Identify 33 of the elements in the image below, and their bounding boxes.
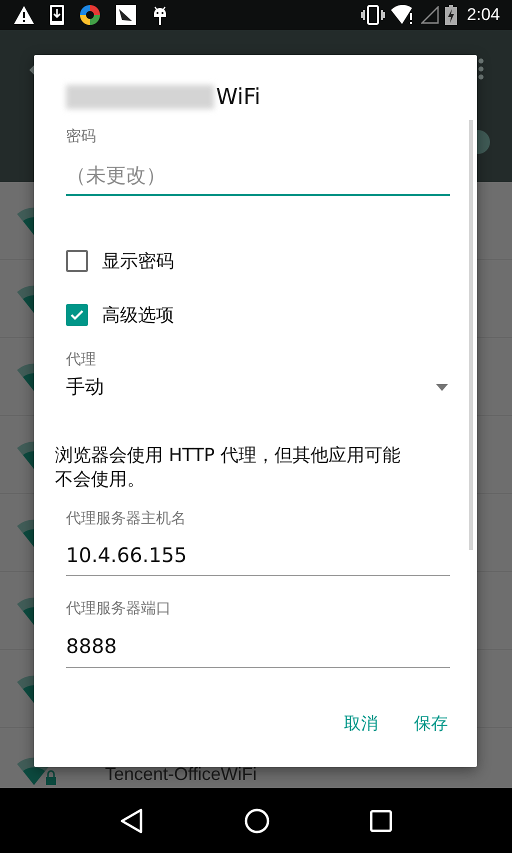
more-icon[interactable] [478, 58, 484, 80]
checkbox-label[interactable]: 显示密码 [102, 249, 174, 273]
android-icon [152, 4, 168, 26]
field-label: 代理服务器主机名 [66, 509, 186, 527]
dropdown-arrow-icon [436, 384, 448, 390]
signal-icon [420, 6, 439, 24]
checkbox-label[interactable]: 高级选项 [102, 303, 174, 327]
checkmark-icon [70, 309, 84, 321]
image-icon [116, 5, 136, 25]
home-icon[interactable] [244, 808, 270, 834]
app-icon [80, 5, 100, 25]
dialog-button[interactable]: 取消 [336, 704, 386, 743]
password-field[interactable]: （未更改） [66, 156, 450, 196]
back-icon[interactable] [120, 808, 144, 834]
dialog-title: WiFi [216, 84, 261, 110]
proxy-note: 浏览器会使用 HTTP 代理，但其他应用可能不会使用。 [55, 444, 402, 492]
proxy-dropdown[interactable]: 手动 [66, 375, 450, 399]
text-field[interactable]: 8888 [66, 625, 450, 668]
field-label: 密码 [66, 127, 96, 145]
battery-charging-icon [444, 5, 457, 25]
field-label: 代理服务器端口 [66, 599, 171, 617]
warning-icon [14, 6, 34, 24]
wifi-alert-icon [390, 5, 415, 25]
dialog-button[interactable]: 保存 [406, 704, 456, 743]
vibrate-icon [360, 5, 385, 25]
network-name: Tencent-OfficeWiFi [105, 764, 257, 785]
checkbox[interactable] [66, 250, 88, 272]
recents-icon[interactable] [370, 810, 392, 832]
clock-time: 2:04 [466, 5, 500, 25]
download-icon [50, 5, 64, 25]
text-field[interactable]: 10.4.66.155 [66, 534, 450, 576]
checkbox[interactable] [66, 304, 88, 326]
proxy-label: 代理 [66, 350, 96, 368]
